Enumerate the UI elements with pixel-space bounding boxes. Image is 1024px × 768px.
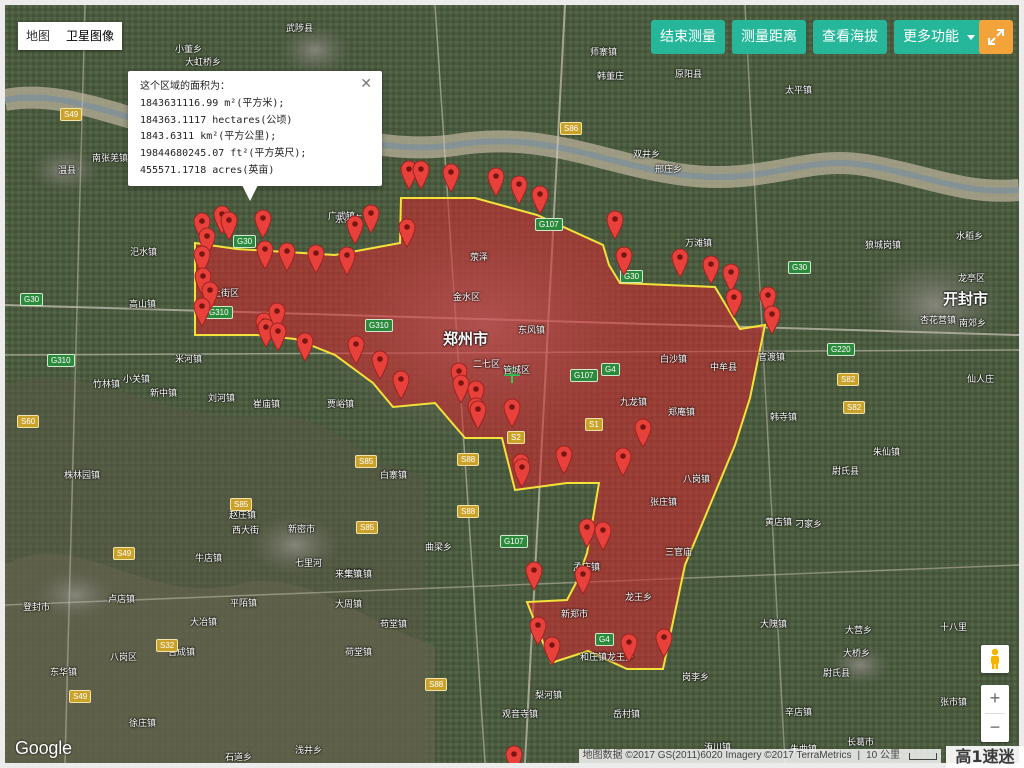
map-marker-icon[interactable] [412, 160, 430, 190]
info-line: 这个区域的面积为： [140, 81, 230, 92]
map-marker-icon[interactable] [220, 211, 238, 241]
road-sign-g107: G107 [500, 535, 528, 548]
map-marker-icon[interactable] [606, 210, 624, 240]
road-sign-s2: S2 [507, 431, 525, 444]
map-marker-icon[interactable] [655, 628, 673, 658]
road-sign-s88: S88 [457, 505, 480, 518]
map-marker-icon[interactable] [725, 288, 743, 318]
road-sign-g310: G310 [365, 319, 393, 332]
map-marker-icon[interactable] [278, 242, 296, 272]
road-sign-s82: S82 [837, 373, 860, 386]
road-sign-s49: S49 [60, 108, 83, 121]
map-marker-icon[interactable] [362, 204, 380, 234]
zoom-control: + − [981, 685, 1009, 742]
map-marker-icon[interactable] [296, 332, 314, 362]
measure-distance-button[interactable]: 测量距离 [732, 20, 806, 54]
fullscreen-button[interactable] [979, 20, 1013, 54]
more-functions-dropdown[interactable]: 更多功能 [894, 20, 984, 54]
map-marker-icon[interactable] [469, 400, 487, 430]
road-sign-g107: G107 [535, 218, 563, 231]
map-marker-icon[interactable] [671, 248, 689, 278]
end-measure-button[interactable]: 结束测量 [651, 20, 725, 54]
map-marker-icon[interactable] [254, 209, 272, 239]
fullscreen-icon [988, 29, 1004, 45]
map-marker-icon[interactable] [442, 163, 460, 193]
pegman-icon [991, 648, 999, 669]
map-marker-icon[interactable] [371, 350, 389, 380]
road-sign-s85: S85 [355, 455, 378, 468]
map-marker-icon[interactable] [620, 633, 638, 663]
map-marker-icon[interactable] [594, 521, 612, 551]
zoom-in-icon[interactable]: + [981, 685, 1009, 713]
map-marker-icon[interactable] [256, 240, 274, 270]
measure-toolbar: 结束测量 测量距离 查看海拔 更多功能 [651, 20, 984, 54]
road-sign-g4: G4 [595, 633, 614, 646]
map-marker-icon[interactable] [510, 175, 528, 205]
map-marker-icon[interactable] [513, 458, 531, 488]
info-line: 184363.1117 hectares(公顷) [140, 114, 293, 126]
google-logo: Google [15, 738, 72, 758]
street-view-pegman[interactable] [981, 645, 1009, 673]
map-marker-icon[interactable] [505, 745, 523, 763]
road-sign-s49: S49 [113, 547, 136, 560]
road-sign-s85: S85 [230, 498, 253, 511]
map-marker-icon[interactable] [634, 418, 652, 448]
road-sign-s85: S85 [356, 521, 379, 534]
map-marker-icon[interactable] [392, 370, 410, 400]
map-marker-icon[interactable] [503, 398, 521, 428]
map-marker-icon[interactable] [398, 218, 416, 248]
road-sign-g30: G30 [788, 261, 812, 274]
map-marker-icon[interactable] [543, 636, 561, 666]
scale-bar [909, 752, 937, 760]
more-functions-label: 更多功能 [903, 29, 959, 45]
map-marker-icon[interactable] [702, 255, 720, 285]
satellite-map[interactable]: 郑州市 开封市 武陟县 小董乡 大虹桥乡 温县 南张羌镇 汜水镇 高山镇 上街区 米河镇 小关镇 竹林镇… [5, 5, 1019, 763]
road-sign-s88: S88 [457, 453, 480, 466]
map-marker-icon[interactable] [574, 565, 592, 595]
attribution-text[interactable]: 地图数据 ©2017 GS(2011)6020 Imagery ©2017 Te… [583, 749, 852, 763]
map-marker-icon[interactable] [555, 445, 573, 475]
road-sign-g310: G310 [47, 354, 75, 367]
road-sign-g4: G4 [601, 363, 620, 376]
scale-label[interactable]: 10 公里 [866, 749, 900, 763]
map-marker-icon[interactable] [763, 305, 781, 335]
road-sign-s32: S32 [156, 639, 179, 652]
road-sign-s1: S1 [585, 418, 603, 431]
road-sign-s49: S49 [69, 690, 92, 703]
map-type-satellite[interactable]: 卫星图像 [58, 22, 122, 50]
info-line: 1843631116.99 m²(平方米); [140, 97, 285, 109]
road-sign-s60: S60 [17, 415, 40, 428]
road-sign-s82: S82 [843, 401, 866, 414]
site-watermark: 高1速迷 [946, 746, 1024, 768]
map-attribution: 地图数据 ©2017 GS(2011)6020 Imagery ©2017 Te… [578, 749, 941, 763]
close-icon[interactable]: ✕ [360, 77, 372, 91]
road-sign-g30: G30 [20, 293, 44, 306]
map-type-map[interactable]: 地图 [18, 22, 58, 50]
map-marker-icon[interactable] [531, 185, 549, 215]
info-line: 1843.6311 km²(平方公里); [140, 131, 277, 143]
info-line: 455571.1718 acres(英亩) [140, 164, 275, 176]
map-marker-icon[interactable] [193, 297, 211, 327]
map-marker-icon[interactable] [307, 244, 325, 274]
map-marker-icon[interactable] [269, 322, 287, 352]
area-info-window: ✕ 这个区域的面积为： 1843631116.99 m²(平方米); 18436… [128, 71, 382, 201]
info-line: 19844680245.07 ft²(平方英尺); [140, 148, 307, 160]
zoom-out-icon[interactable]: − [981, 714, 1009, 742]
map-marker-icon[interactable] [614, 447, 632, 477]
road-sign-s88: S88 [425, 678, 448, 691]
map-marker-icon[interactable] [615, 246, 633, 276]
view-elevation-button[interactable]: 查看海拔 [813, 20, 887, 54]
caret-down-icon [967, 34, 975, 40]
map-marker-icon[interactable] [525, 561, 543, 591]
road-sign-g107: G107 [570, 369, 598, 382]
road-sign-s86: S86 [560, 122, 583, 135]
map-type-control: 地图 卫星图像 [18, 22, 123, 50]
map-frame: 郑州市 开封市 武陟县 小董乡 大虹桥乡 温县 南张羌镇 汜水镇 高山镇 上街区 米河镇 小关镇 竹林镇… [0, 0, 1024, 768]
map-marker-icon[interactable] [338, 246, 356, 276]
scale-separator: | [857, 750, 861, 761]
map-marker-icon[interactable] [347, 335, 365, 365]
road-sign-g220: G220 [827, 343, 855, 356]
map-marker-icon[interactable] [487, 167, 505, 197]
